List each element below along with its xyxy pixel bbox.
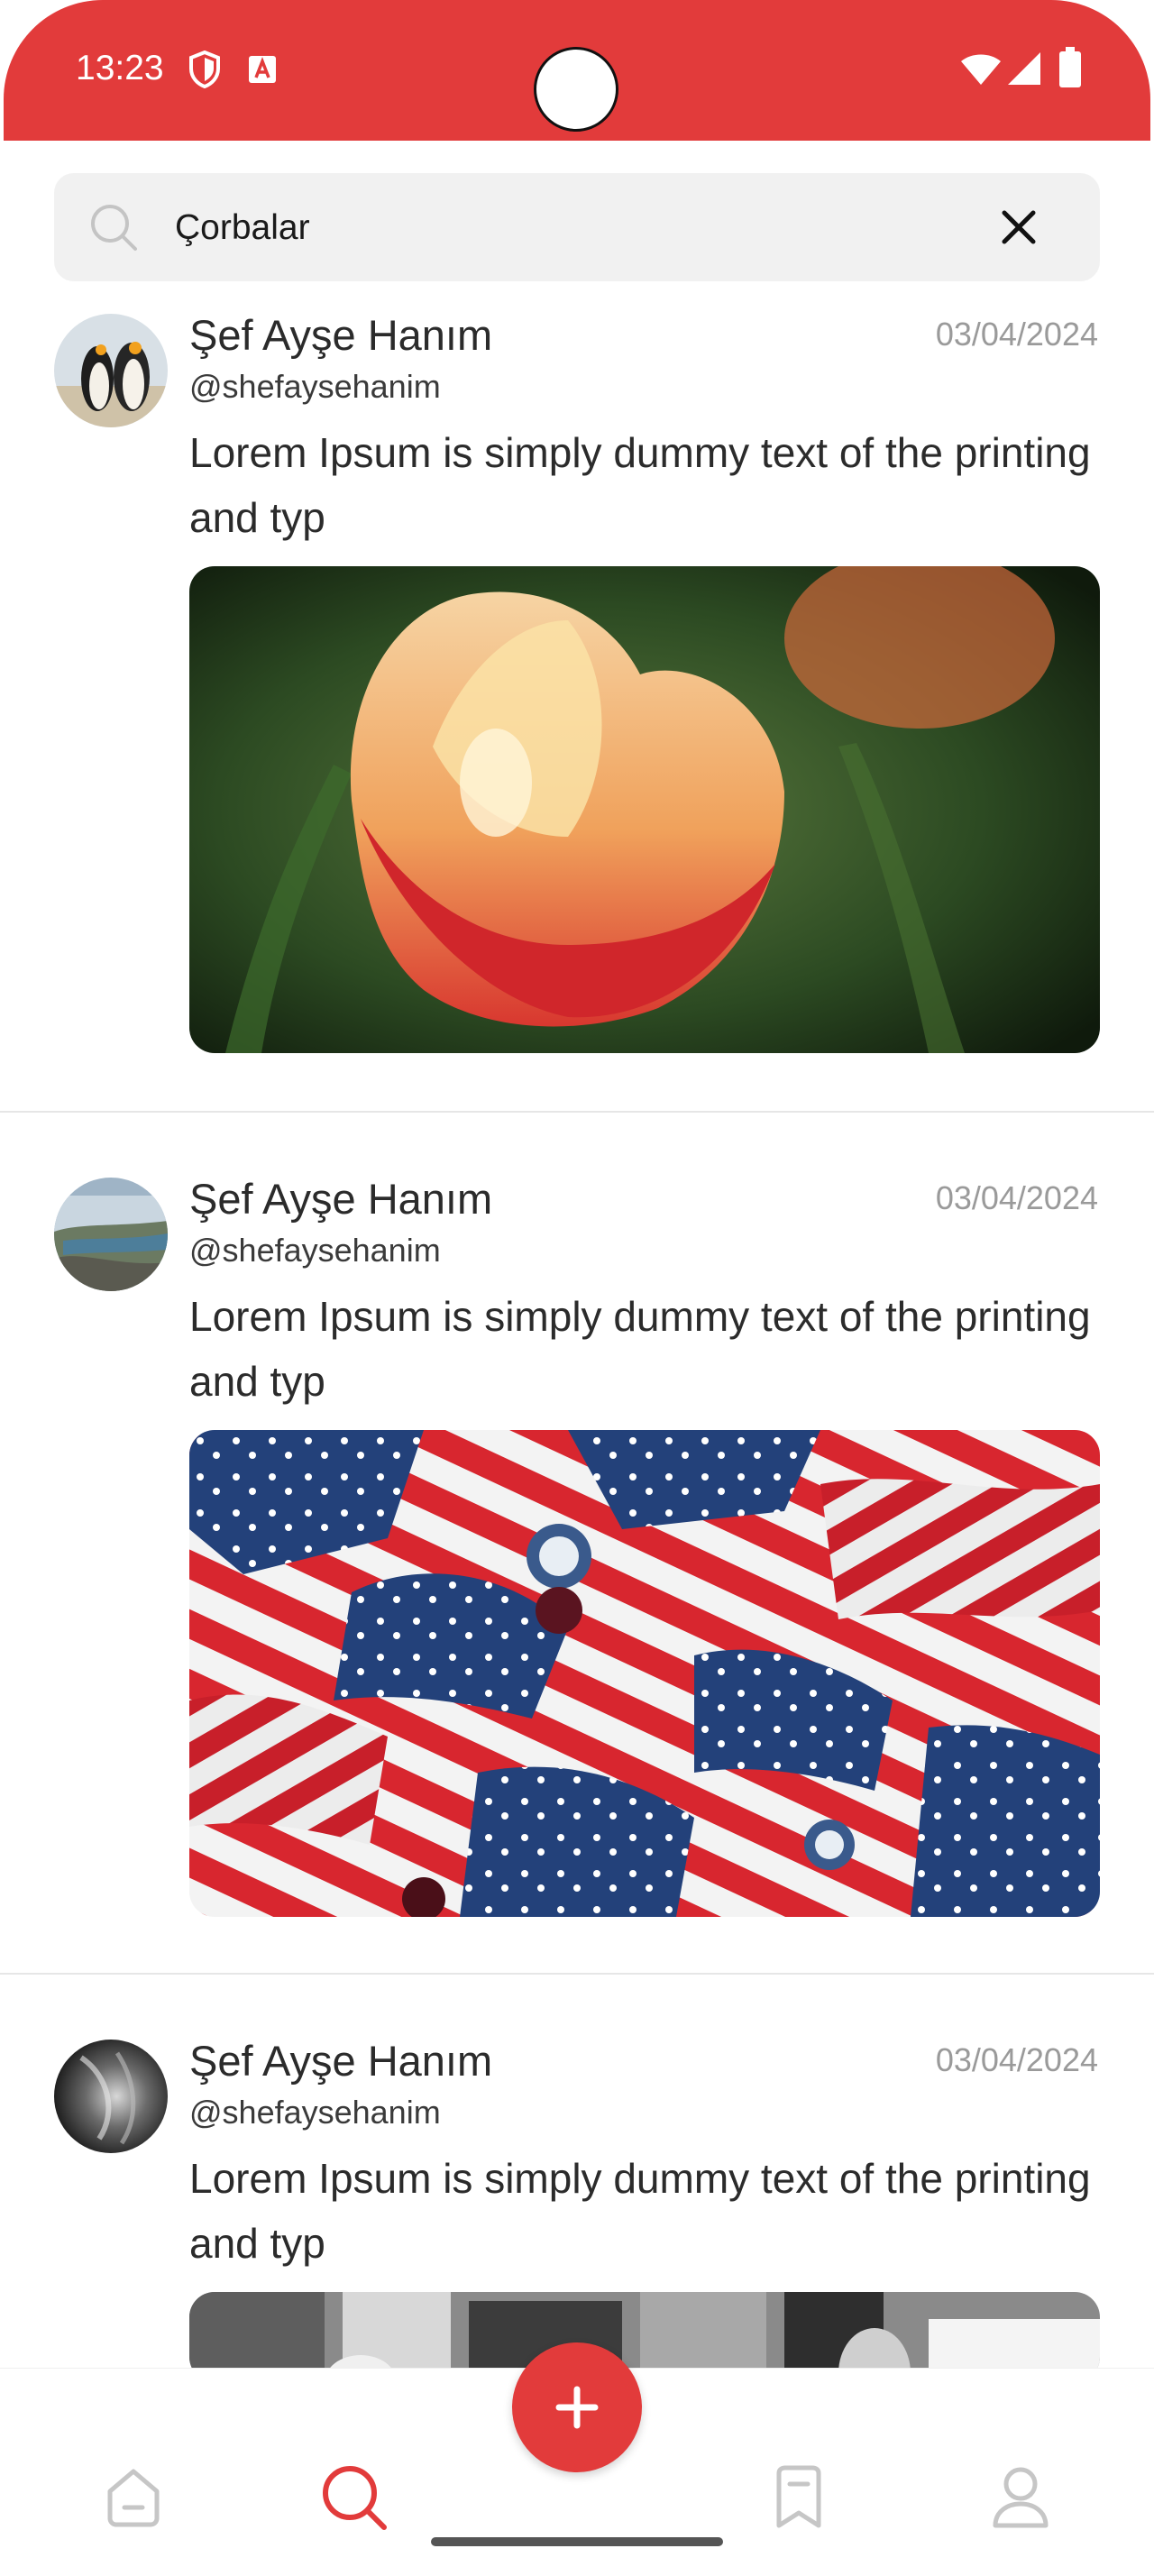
search-icon[interactable] [317, 2461, 389, 2533]
search-icon [91, 205, 137, 251]
avatar[interactable] [54, 2040, 168, 2153]
author-name[interactable]: Şef Ayşe Hanım [189, 1174, 492, 1224]
post-item[interactable]: Şef Ayşe Hanım @shefaysehanim 03/04/2024… [0, 311, 1154, 1107]
search-input[interactable] [173, 200, 988, 256]
wifi-icon [961, 54, 1001, 85]
divider [0, 1111, 1154, 1113]
post-date: 03/04/2024 [935, 1179, 1098, 1216]
author-name[interactable]: Şef Ayşe Hanım [189, 310, 492, 360]
battery-icon [1059, 47, 1081, 87]
font-icon [249, 56, 276, 83]
post-image[interactable] [189, 1430, 1100, 1917]
post-date: 03/04/2024 [935, 2041, 1098, 2078]
author-name[interactable]: Şef Ayşe Hanım [189, 2036, 492, 2086]
post-text: Lorem Ipsum is simply dummy text of the … [189, 2155, 1091, 2267]
home-icon[interactable] [97, 2461, 169, 2533]
post-item[interactable]: Şef Ayşe Hanım @shefaysehanim 03/04/2024… [0, 2037, 1154, 2382]
avatar[interactable] [54, 1178, 168, 1291]
profile-icon[interactable] [985, 2461, 1057, 2533]
post-item[interactable]: Şef Ayşe Hanım @shefaysehanim 03/04/2024… [0, 1175, 1154, 1971]
home-indicator[interactable] [431, 2537, 723, 2546]
author-handle: @shefaysehanim [189, 2094, 441, 2131]
author-handle: @shefaysehanim [189, 1232, 441, 1269]
add-icon [555, 2386, 599, 2429]
post-date: 03/04/2024 [935, 316, 1098, 353]
post-text: Lorem Ipsum is simply dummy text of the … [189, 429, 1091, 541]
post-image[interactable] [189, 566, 1100, 1053]
signal-icon [1008, 52, 1040, 85]
status-time: 13:23 [76, 49, 164, 87]
avatar[interactable] [54, 314, 168, 427]
shield-icon [189, 50, 220, 88]
bookmark-icon[interactable] [763, 2461, 835, 2533]
search-bar[interactable] [54, 173, 1100, 281]
author-handle: @shefaysehanim [189, 368, 441, 405]
divider [0, 1973, 1154, 1975]
post-text: Lorem Ipsum is simply dummy text of the … [189, 1293, 1091, 1405]
add-button[interactable] [512, 2342, 642, 2472]
camera-cutout [534, 47, 618, 132]
close-icon[interactable] [999, 207, 1039, 247]
